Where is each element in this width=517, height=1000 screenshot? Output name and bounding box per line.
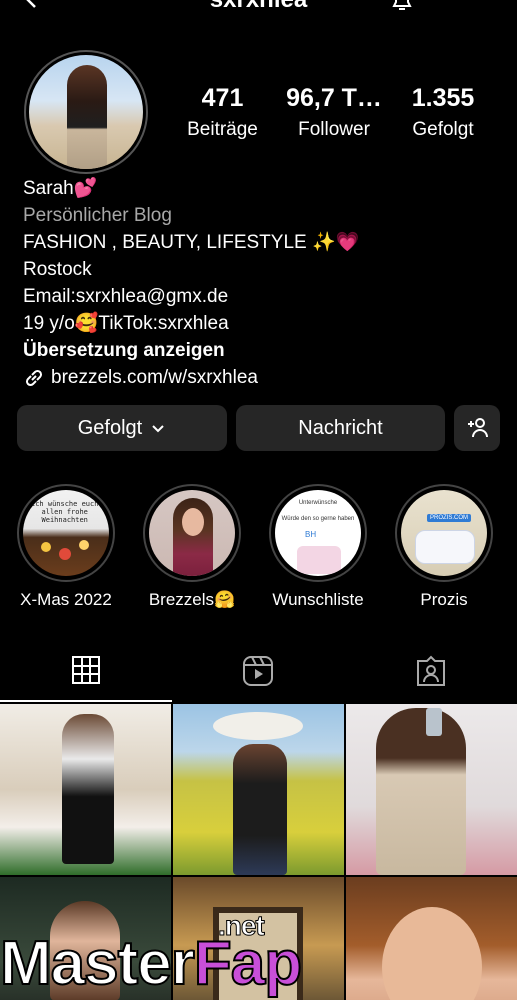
watermark: MasterFap .net bbox=[0, 910, 303, 1000]
highlight-brezzels[interactable]: Brezzels🤗 bbox=[143, 484, 241, 610]
highlight-prozis-label: Prozis bbox=[420, 590, 468, 609]
post-thumbnail[interactable] bbox=[0, 704, 171, 875]
following-button-label: Gefolgt bbox=[77, 416, 143, 439]
tagged-icon bbox=[417, 655, 445, 686]
posts-label: Beiträge bbox=[187, 119, 258, 140]
bio-line: Email:sxrxhlea@gmx.de bbox=[23, 286, 229, 307]
followers-count: 96,7 T… bbox=[286, 84, 382, 112]
avatar[interactable] bbox=[29, 55, 143, 169]
highlight-wishlist[interactable]: Unterwünsche Würde den so gerne haben BH… bbox=[269, 484, 367, 610]
message-button-label: Nachricht bbox=[298, 416, 383, 439]
post-thumbnail[interactable] bbox=[346, 704, 517, 875]
add-person-icon bbox=[468, 418, 488, 438]
highlight-brezzels-image bbox=[149, 490, 235, 576]
tab-reels[interactable] bbox=[172, 640, 344, 702]
post-thumbnail[interactable] bbox=[173, 704, 344, 875]
watermark-suffix: .net bbox=[218, 910, 266, 942]
bell-icon[interactable] bbox=[388, 0, 416, 14]
more-options-icon[interactable] bbox=[462, 0, 478, 14]
xmas-text: allen frohe bbox=[41, 508, 88, 516]
top-bar: sxrxhlea bbox=[0, 0, 517, 16]
category-label: Persönlicher Blog bbox=[23, 205, 172, 226]
highlight-wishlist-image: Unterwünsche Würde den so gerne haben BH bbox=[275, 490, 361, 576]
bio-line: FASHION , BEAUTY, LIFESTYLE ✨💗 bbox=[23, 232, 360, 253]
xmas-text: Weihnachten bbox=[41, 516, 88, 524]
tab-tagged[interactable] bbox=[345, 640, 517, 702]
wishlist-body-text: Würde den so gerne haben bbox=[281, 516, 355, 522]
highlight-xmas[interactable]: Ich wünsche euch allen frohe Weihnachten… bbox=[17, 484, 115, 610]
bio-line: Rostock bbox=[23, 259, 92, 280]
watermark-text: Master bbox=[0, 928, 196, 999]
grid-icon bbox=[72, 656, 100, 684]
bio-link[interactable]: brezzels.com/w/sxrxhlea bbox=[23, 364, 503, 391]
message-button[interactable]: Nachricht bbox=[236, 405, 445, 451]
post-thumbnail[interactable] bbox=[346, 877, 517, 1000]
suggest-users-button[interactable] bbox=[454, 405, 500, 451]
reels-icon bbox=[243, 656, 273, 686]
following-count: 1.355 bbox=[411, 84, 475, 112]
highlight-xmas-image: Ich wünsche euch allen frohe Weihnachten bbox=[23, 490, 109, 576]
prozis-tag-text: PROZIS.COM bbox=[427, 514, 472, 522]
bio: Sarah💕 Persönlicher Blog FASHION , BEAUT… bbox=[23, 175, 503, 391]
highlight-prozis[interactable]: PROZIS.COM Prozis bbox=[395, 484, 493, 610]
wishlist-tag-text: BH bbox=[305, 530, 317, 539]
followers-label: Follower bbox=[298, 119, 370, 140]
chevron-down-icon bbox=[152, 425, 164, 433]
bio-link-text: brezzels.com/w/sxrxhlea bbox=[51, 367, 258, 388]
username-title: sxrxhlea bbox=[0, 0, 517, 14]
posts-stat[interactable]: 471 Beiträge bbox=[175, 84, 270, 141]
bio-line: 19 y/o🥰TikTok:sxrxhlea bbox=[23, 313, 229, 334]
xmas-text: Ich wünsche euch bbox=[31, 500, 99, 508]
wishlist-title-text: Unterwünsche bbox=[298, 500, 338, 506]
tab-posts[interactable] bbox=[0, 640, 172, 702]
translate-link[interactable]: Übersetzung anzeigen bbox=[23, 337, 503, 364]
profile-tabs bbox=[0, 640, 517, 702]
highlight-prozis-image: PROZIS.COM bbox=[401, 490, 487, 576]
posts-count: 471 bbox=[201, 84, 244, 112]
following-label: Gefolgt bbox=[412, 119, 474, 140]
following-stat[interactable]: 1.355 Gefolgt bbox=[400, 84, 486, 141]
link-icon bbox=[25, 369, 43, 386]
followers-stat[interactable]: 96,7 T… Follower bbox=[278, 84, 390, 141]
display-name: Sarah💕 bbox=[23, 178, 98, 199]
following-button[interactable]: Gefolgt bbox=[17, 405, 227, 451]
